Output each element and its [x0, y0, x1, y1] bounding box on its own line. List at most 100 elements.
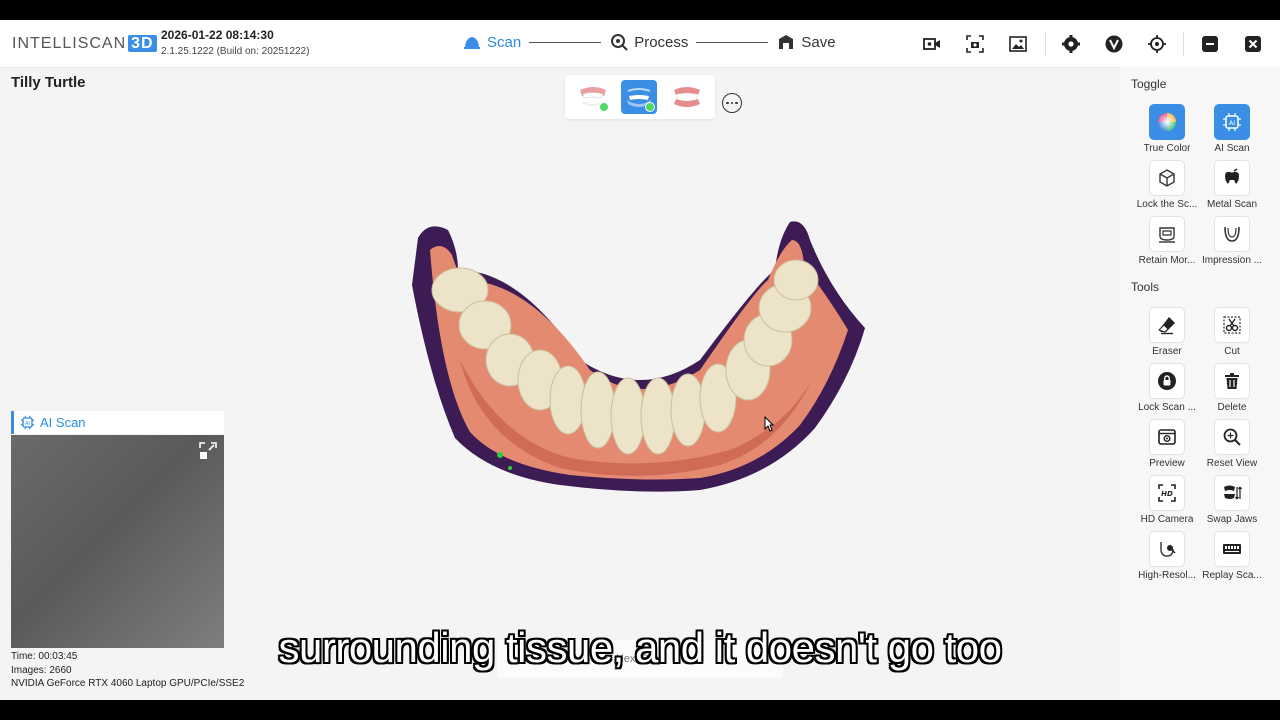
side-panel: Toggle True Color AI AI Scan Lock the Sc…	[1120, 67, 1280, 700]
toggle-retain[interactable]: Retain Mor...	[1131, 216, 1203, 266]
tool-lock-scan[interactable]: Lock Scan ...	[1131, 363, 1203, 413]
toggle-button[interactable]	[1149, 216, 1185, 252]
toggle-label: Retain Mor...	[1138, 255, 1196, 266]
app-logo: INTELLISCAN 3D	[12, 35, 157, 53]
jaw-option-lower[interactable]	[621, 80, 657, 114]
datetime-label: 2026-01-22 08:14:30	[161, 28, 274, 42]
vendor-logo-icon[interactable]	[1102, 32, 1126, 56]
tool-eraser[interactable]: Eraser	[1131, 307, 1203, 357]
toggle-true-color[interactable]: True Color	[1131, 104, 1203, 154]
retain-icon	[1159, 227, 1175, 243]
cut-icon	[1223, 316, 1241, 334]
tool-button[interactable]	[1214, 363, 1250, 399]
tool-button[interactable]	[1149, 363, 1185, 399]
tool-label: Cut	[1224, 346, 1240, 357]
version-label: 2.1.25.1222 (Build on: 20251222)	[161, 46, 310, 57]
lock-icon	[1158, 372, 1176, 390]
tool-high-resolution[interactable]: High-Resol...	[1131, 531, 1203, 581]
record-video-icon[interactable]	[920, 32, 944, 56]
tool-swap-jaws[interactable]: Swap Jaws	[1196, 475, 1268, 525]
step-connector	[529, 41, 602, 43]
title-bar: INTELLISCAN 3D 2026-01-22 08:14:30 2.1.25…	[0, 20, 1280, 68]
toggle-button[interactable]: AI	[1214, 104, 1250, 140]
minimize-icon[interactable]	[1198, 32, 1222, 56]
step-connector	[696, 41, 769, 43]
preview-icon	[1158, 429, 1176, 445]
scan-3d-model[interactable]	[400, 210, 880, 510]
toggle-lock-scan[interactable]: Lock the Sc...	[1131, 160, 1203, 210]
ai-scan-header: AI AI Scan	[11, 411, 224, 434]
ai-scan-title: AI Scan	[40, 415, 86, 430]
reset-view-icon	[1223, 428, 1241, 446]
patient-name: Tilly Turtle	[11, 74, 86, 91]
video-subtitle: surrounding tissue, and it doesn't go to…	[278, 624, 1002, 671]
toggle-metal-scan[interactable]: Metal Scan	[1196, 160, 1268, 210]
tool-button[interactable]	[1214, 475, 1250, 511]
toggle-button[interactable]	[1214, 160, 1250, 196]
tool-hd-camera[interactable]: HD HD Camera	[1131, 475, 1203, 525]
tool-preview[interactable]: Preview	[1131, 419, 1203, 469]
replay-scan-icon	[1223, 544, 1241, 554]
tool-label: Delete	[1217, 402, 1247, 413]
ai-chip-icon: AI	[1223, 113, 1241, 131]
tool-label: Eraser	[1152, 346, 1182, 357]
ai-scan-panel: AI AI Scan	[11, 411, 224, 648]
tool-button[interactable]	[1214, 307, 1250, 343]
tool-button[interactable]	[1214, 531, 1250, 567]
jaw-selector	[565, 75, 715, 119]
step-save[interactable]: Save	[776, 32, 836, 52]
settings-icon[interactable]	[1059, 32, 1083, 56]
step-process[interactable]: Process	[609, 32, 688, 52]
gallery-icon[interactable]	[1006, 32, 1030, 56]
expand-icon[interactable]	[198, 441, 218, 461]
jaw-option-upper[interactable]	[575, 80, 611, 114]
trash-icon	[1225, 373, 1239, 389]
bite-icon	[674, 87, 700, 107]
toggle-button[interactable]	[1149, 160, 1185, 196]
step-save-label: Save	[801, 33, 836, 51]
jaw-option-bite[interactable]	[669, 80, 705, 114]
status-dot	[599, 102, 609, 112]
toggle-label: Impression ...	[1201, 255, 1263, 266]
svg-text:HD: HD	[1161, 490, 1173, 498]
tool-button[interactable]	[1149, 531, 1185, 567]
step-scan[interactable]: Scan	[462, 32, 521, 52]
lock-cube-icon	[1159, 169, 1175, 187]
tool-label: HD Camera	[1140, 514, 1194, 525]
tool-button[interactable]	[1149, 419, 1185, 455]
toggle-label: True Color	[1143, 143, 1191, 154]
hd-camera-icon: HD	[1158, 484, 1176, 502]
tool-delete[interactable]: Delete	[1196, 363, 1268, 413]
screenshot-icon[interactable]	[963, 32, 987, 56]
target-icon[interactable]	[1145, 32, 1169, 56]
scan-icon	[464, 37, 480, 49]
tool-cut[interactable]: Cut	[1196, 307, 1268, 357]
save-icon	[779, 35, 794, 49]
toggle-impression[interactable]: Impression ...	[1196, 216, 1268, 266]
toggle-label: Metal Scan	[1206, 199, 1258, 210]
tool-button[interactable]: HD	[1149, 475, 1185, 511]
step-scan-label: Scan	[487, 33, 522, 51]
tool-button[interactable]	[1149, 307, 1185, 343]
camera-preview	[11, 435, 224, 648]
tool-button[interactable]	[1214, 419, 1250, 455]
toggle-ai-scan[interactable]: AI AI Scan	[1196, 104, 1268, 154]
gpu-info: NVIDIA GeForce RTX 4060 Laptop GPU/PCIe/…	[11, 678, 245, 689]
toggle-button[interactable]	[1214, 216, 1250, 252]
step-process-label: Process	[634, 33, 689, 51]
high-resolution-icon	[1160, 542, 1176, 557]
ai-chip-icon: AI	[20, 415, 35, 430]
tool-label: Lock Scan ...	[1138, 402, 1196, 413]
close-icon[interactable]	[1241, 32, 1265, 56]
tool-label: Preview	[1149, 458, 1185, 469]
more-options-icon[interactable]	[722, 93, 742, 113]
tool-reset-view[interactable]: Reset View	[1196, 419, 1268, 469]
tool-label: Swap Jaws	[1206, 514, 1258, 525]
swap-jaws-icon	[1224, 485, 1242, 500]
eraser-icon	[1158, 317, 1175, 335]
toggle-label: Lock the Sc...	[1136, 199, 1198, 210]
tool-replay-scan[interactable]: Replay Sca...	[1196, 531, 1268, 581]
letterbox-top	[0, 0, 1280, 20]
toggle-button[interactable]	[1149, 104, 1185, 140]
letterbox-bottom	[0, 700, 1280, 720]
